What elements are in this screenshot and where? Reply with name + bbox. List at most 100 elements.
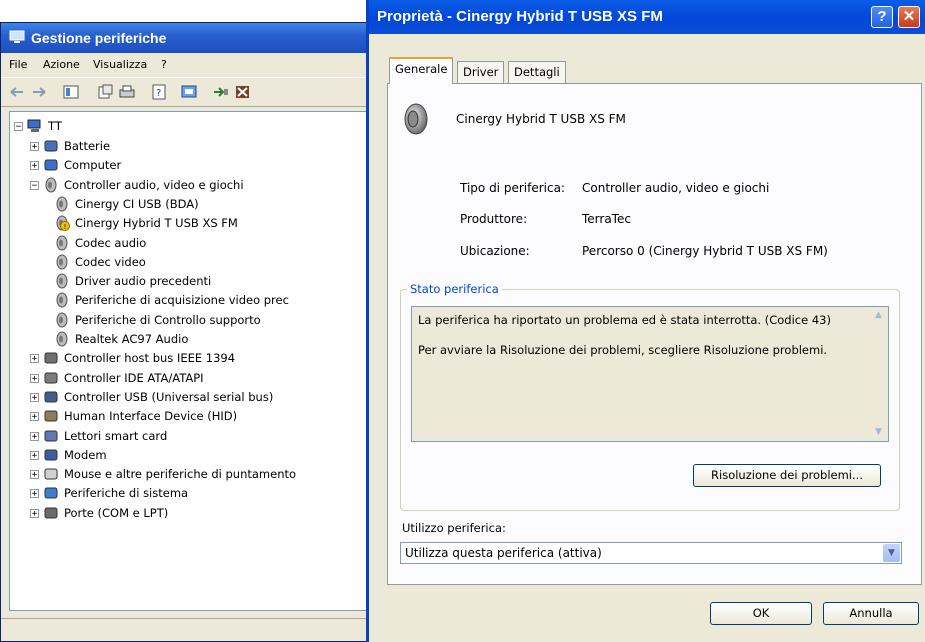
device-manager-title: Gestione periferiche: [31, 30, 167, 46]
tree-item-label: Controller IDE ATA/ATAPI: [64, 370, 204, 385]
tree-item-label: Driver audio precedenti: [75, 274, 212, 289]
forward-arrow-icon[interactable]: [31, 84, 47, 100]
expand-icon[interactable]: +: [30, 508, 39, 518]
expand-icon[interactable]: +: [30, 373, 39, 383]
tree-item-label: Batterie: [64, 139, 111, 153]
location-value: Percorso 0 (Cinergy Hybrid T USB XS FM): [582, 244, 828, 258]
expand-icon[interactable]: +: [30, 161, 39, 171]
scroll-down-icon[interactable]: ▼: [872, 426, 885, 439]
back-arrow-icon[interactable]: [9, 84, 25, 100]
expand-icon[interactable]: +: [30, 354, 39, 364]
tree-item-label: Periferiche di Controllo supporto: [75, 312, 261, 327]
tree-item-label: Lettori smart card: [64, 428, 168, 443]
uninstall-icon[interactable]: [235, 84, 251, 100]
modem-icon: [44, 449, 58, 461]
device-tree: − TT + Batterie + Computer − Controller audio…: [9, 111, 381, 611]
help-button[interactable]: ?: [871, 6, 893, 28]
speaker-warning-icon: !: [56, 215, 70, 232]
device-status-group: Stato periferica La periferica ha riport…: [400, 282, 900, 511]
print-icon[interactable]: [119, 84, 135, 100]
scroll-up-icon[interactable]: ▲: [872, 309, 885, 322]
collapse-icon[interactable]: −: [30, 180, 39, 190]
speaker-icon: [56, 273, 68, 289]
collapse-icon[interactable]: −: [14, 122, 23, 132]
expand-icon[interactable]: +: [30, 392, 39, 402]
expand-icon[interactable]: +: [30, 470, 39, 480]
device-usage-value: Utilizza questa periferica (attiva): [405, 546, 602, 560]
tab-driver[interactable]: Driver: [457, 61, 505, 83]
ok-button[interactable]: OK: [710, 602, 812, 625]
expand-icon[interactable]: +: [30, 489, 39, 499]
properties-icon[interactable]: [97, 84, 113, 100]
menu-azione[interactable]: Azione: [43, 54, 80, 76]
device-status-text[interactable]: La periferica ha riportato un problema e…: [411, 306, 889, 442]
dialog-titlebar[interactable]: Proprietà - Cinergy Hybrid T USB XS FM ?…: [369, 0, 925, 34]
device-manager-window: Gestione periferiche File Azione Visuali…: [0, 22, 381, 642]
tree-item-label: Periferiche di acquisizione video prec: [75, 293, 289, 308]
tab-dettagli[interactable]: Dettagli: [508, 61, 566, 83]
mouse-icon: [44, 468, 58, 480]
expand-icon[interactable]: +: [30, 142, 39, 152]
chevron-down-icon[interactable]: ▼: [883, 544, 900, 562]
properties-dialog: Proprietà - Cinergy Hybrid T USB XS FM ?…: [366, 0, 925, 642]
tree-item-label: Controller host bus IEEE 1394: [64, 351, 236, 366]
menu-help[interactable]: ?: [161, 54, 167, 76]
tree-item-label: Controller audio, video e giochi: [64, 177, 244, 192]
close-button[interactable]: ✕: [898, 6, 920, 28]
tree-root-label: TT: [48, 119, 62, 133]
menu-bar: File Azione Visualizza ?: [1, 54, 379, 76]
device-type-label: Tipo di periferica:: [460, 181, 565, 195]
view-tree-icon[interactable]: [63, 84, 79, 100]
svg-text:?: ?: [156, 88, 161, 99]
device-manager-titlebar[interactable]: Gestione periferiche: [1, 23, 379, 53]
device-usage-select[interactable]: Utilizza questa periferica (attiva) ▼: [400, 542, 902, 564]
hid-icon: [44, 410, 58, 422]
status-scrollbar[interactable]: ▲ ▼: [870, 307, 888, 441]
location-label: Ubicazione:: [460, 244, 530, 258]
speaker-icon: [56, 312, 68, 328]
manufacturer-value: TerraTec: [582, 212, 631, 226]
device-status-legend: Stato periferica: [407, 282, 502, 296]
tree-item-label: Computer: [64, 158, 122, 173]
speaker-icon: [45, 177, 57, 193]
speaker-icon: [56, 235, 68, 250]
tree-item-label: Modem: [64, 447, 107, 462]
troubleshoot-button[interactable]: Risoluzione dei problemi...: [693, 464, 881, 487]
device-usage-label: Utilizzo periferica:: [402, 521, 506, 535]
tree-item-label: Codec audio: [75, 235, 147, 250]
tree-item-label: Porte (COM e LPT): [64, 505, 169, 520]
tree-item-label: Realtek AC97 Audio: [75, 332, 189, 346]
tree-item-label: Cinergy Hybrid T USB XS FM: [75, 216, 238, 231]
status-hint: Per avviare la Risoluzione dei problemi,…: [418, 343, 828, 357]
help-doc-icon[interactable]: ?: [151, 84, 167, 100]
port-icon: [44, 507, 58, 519]
speaker-icon: [56, 331, 68, 347]
cancel-button[interactable]: Annulla: [823, 602, 919, 625]
computer-icon: [9, 30, 25, 43]
device-name: Cinergy Hybrid T USB XS FM: [456, 112, 626, 126]
tree-item-label: Periferiche di sistema: [64, 486, 189, 501]
tree-item-label: Cinergy CI USB (BDA): [75, 196, 199, 211]
status-bar: [1, 618, 379, 641]
tab-generale[interactable]: Generale: [389, 57, 454, 84]
tree-item-label: Mouse e altre periferiche di puntamento: [64, 467, 297, 482]
scan-hardware-icon[interactable]: [181, 84, 197, 100]
update-driver-icon[interactable]: [213, 84, 229, 100]
svg-text:!: !: [64, 223, 67, 231]
computer-icon: [27, 119, 41, 132]
menu-visualizza[interactable]: Visualizza: [93, 54, 147, 76]
expand-icon[interactable]: +: [30, 412, 39, 422]
menu-file[interactable]: File: [9, 54, 27, 76]
speaker-icon: [404, 103, 428, 135]
expand-icon[interactable]: +: [30, 450, 39, 460]
speaker-icon: [56, 254, 68, 270]
bus-icon: [44, 352, 58, 364]
usb-icon: [44, 391, 58, 403]
tree-item-label: Human Interface Device (HID): [64, 409, 238, 424]
smartcard-icon: [44, 430, 58, 441]
computer-icon: [44, 159, 58, 171]
expand-icon[interactable]: +: [30, 431, 39, 441]
general-tab-panel: Cinergy Hybrid T USB XS FM Tipo di perif…: [387, 83, 922, 585]
dialog-title: Proprietà - Cinergy Hybrid T USB XS FM: [377, 8, 663, 25]
tree-item-label: Controller USB (Universal serial bus): [64, 389, 274, 404]
